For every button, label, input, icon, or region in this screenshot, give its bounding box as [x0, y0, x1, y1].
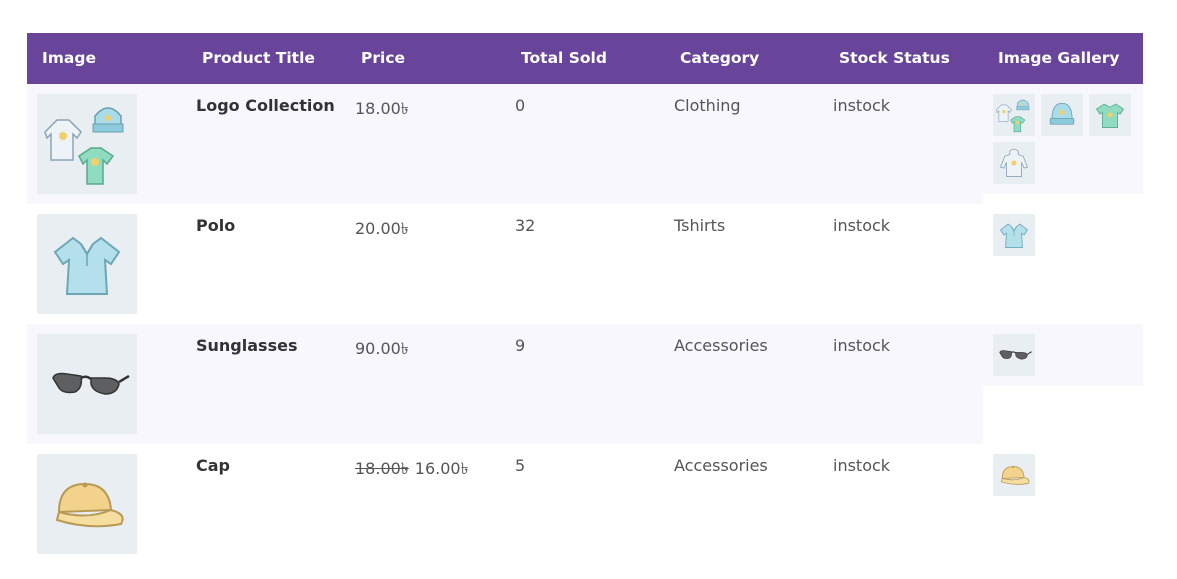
total-sold: 9: [515, 336, 526, 355]
header-price: Price: [361, 49, 406, 67]
gallery-thumbnail[interactable]: [993, 214, 1035, 256]
product-title[interactable]: Logo Collection: [196, 96, 335, 115]
table-row: Sunglasses 90.00৳ 9 Accessories instock: [27, 324, 1143, 444]
product-price: 18.00৳: [355, 99, 409, 118]
gallery-thumbnail[interactable]: [993, 94, 1035, 136]
gallery-thumbnail[interactable]: [993, 334, 1035, 376]
header-product-title: Product Title: [202, 49, 315, 67]
product-category: Accessories: [674, 336, 768, 355]
product-price-cell: 20.00৳: [355, 216, 409, 243]
total-sold: 5: [515, 456, 526, 475]
product-image[interactable]: [37, 454, 137, 554]
product-price: 90.00৳: [355, 339, 409, 358]
gallery-thumbnail[interactable]: [993, 454, 1035, 496]
product-title[interactable]: Sunglasses: [196, 336, 297, 355]
total-sold: 32: [515, 216, 536, 235]
product-price-cell: 18.00৳ 16.00৳: [355, 456, 469, 483]
header-image: Image: [42, 49, 96, 67]
product-category: Clothing: [674, 96, 741, 115]
gallery-thumbnail[interactable]: [1041, 94, 1083, 136]
product-title[interactable]: Cap: [196, 456, 230, 475]
product-price: 20.00৳: [355, 219, 409, 238]
product-image[interactable]: [37, 214, 137, 314]
stock-status: instock: [833, 336, 891, 355]
gallery-thumbnail[interactable]: [993, 142, 1035, 184]
table-header: Image Product Title Price Total Sold Cat…: [27, 33, 1143, 84]
table-row: Logo Collection 18.00৳ 0 Clothing instock: [27, 84, 1143, 204]
stock-status: instock: [833, 96, 891, 115]
header-stock-status: Stock Status: [839, 49, 950, 67]
header-image-gallery: Image Gallery: [998, 49, 1120, 67]
header-total-sold: Total Sold: [521, 49, 607, 67]
table-row: Polo 20.00৳ 32 Tshirts instock: [27, 204, 1143, 324]
product-category: Tshirts: [674, 216, 726, 235]
table-row: Cap 18.00৳ 16.00৳ 5 Accessories instock: [27, 444, 1143, 564]
product-price-cell: 90.00৳: [355, 336, 409, 363]
stock-status: instock: [833, 216, 891, 235]
table-body: Logo Collection 18.00৳ 0 Clothing instock Pol…: [27, 84, 1143, 564]
gallery-thumbnail[interactable]: [1089, 94, 1131, 136]
product-image[interactable]: [37, 334, 137, 434]
product-image[interactable]: [37, 94, 137, 194]
header-category: Category: [680, 49, 760, 67]
product-price: 16.00৳: [414, 459, 469, 478]
products-table: Image Product Title Price Total Sold Cat…: [27, 33, 1143, 564]
stock-status: instock: [833, 456, 891, 475]
product-title[interactable]: Polo: [196, 216, 235, 235]
product-category: Accessories: [674, 456, 768, 475]
product-price-cell: 18.00৳: [355, 96, 409, 123]
old-price: 18.00৳: [355, 459, 409, 478]
total-sold: 0: [515, 96, 526, 115]
